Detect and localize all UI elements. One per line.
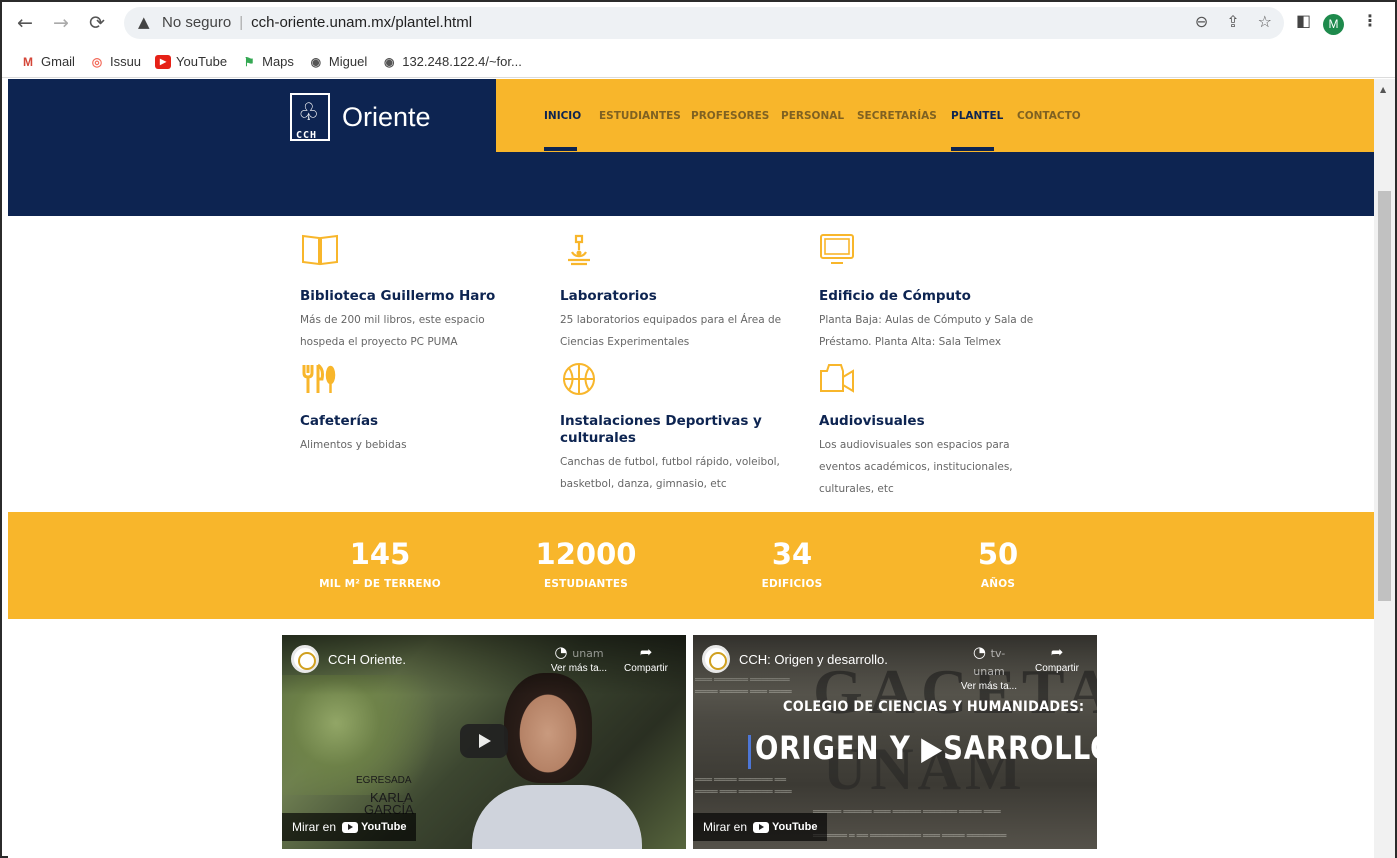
- browser-toolbar: ← → ⟳ ▲ No seguro | cch-oriente.unam.mx/pl…: [2, 2, 1395, 46]
- youtube-icon: ▶: [155, 54, 172, 69]
- zoom-icon[interactable]: ⊖: [1195, 12, 1208, 31]
- basketball-icon: [563, 363, 595, 395]
- globe-icon: ◉: [383, 54, 395, 69]
- channel-avatar[interactable]: [702, 645, 730, 673]
- nav-secretarias[interactable]: SECRETARÍAS: [857, 110, 937, 122]
- youtube-logo-icon: YouTube: [342, 821, 406, 833]
- bookmarks-bar: M Gmail ◎ Issuu ▶ YouTube ⚑ Maps ◉ Migue…: [2, 46, 1395, 78]
- side-panel-icon[interactable]: ◧: [1296, 11, 1311, 30]
- stat-edificios: 34 EDIFICIOS: [761, 537, 823, 590]
- address-bar[interactable]: ▲ No seguro | cch-oriente.unam.mx/plantel.…: [124, 7, 1284, 39]
- page-scrollbar[interactable]: ▲: [1374, 79, 1395, 858]
- bookmark-miguel[interactable]: ◉ Miguel: [308, 54, 368, 69]
- facility-deportivas: Instalaciones Deportivas y culturales Ca…: [560, 361, 800, 501]
- watch-later-button[interactable]: ◔ tv-unam Ver más ta...: [959, 643, 1019, 692]
- channel-avatar[interactable]: [291, 645, 319, 673]
- gmail-icon: M: [23, 54, 33, 69]
- maps-icon: ⚑: [243, 54, 255, 69]
- nav-contacto[interactable]: CONTACTO: [1017, 110, 1081, 122]
- nav-estudiantes[interactable]: ESTUDIANTES: [599, 110, 681, 122]
- issuu-icon: ◎: [91, 54, 103, 69]
- video-camera-icon: [820, 364, 854, 393]
- share-icon[interactable]: ⇪: [1226, 12, 1239, 31]
- page-viewport: ♧ CCH Oriente INICIO ESTUDIANTES PROFESO…: [8, 79, 1374, 858]
- star-icon[interactable]: ☆: [1258, 12, 1272, 31]
- cutlery-icon: [302, 363, 336, 393]
- avatar[interactable]: M: [1323, 14, 1344, 35]
- bookmark-youtube[interactable]: ▶ YouTube: [155, 54, 227, 69]
- video-embed-cch-oriente[interactable]: EGRESADA KARLA GARCÍA CCH Oriente. ◔ una…: [282, 635, 686, 849]
- scrollbar-thumb[interactable]: [1378, 191, 1391, 601]
- video-overlay-title: ORIGEN Y ▶SARROLLO.: [755, 729, 1097, 767]
- security-label: No seguro: [162, 14, 232, 31]
- watch-on-youtube[interactable]: Mirar en YouTube: [693, 813, 828, 841]
- bookmark-maps[interactable]: ⚑ Maps: [241, 54, 294, 69]
- scroll-up-icon[interactable]: ▲: [1380, 85, 1386, 94]
- stat-terreno: 145 MIL M² DE TERRENO: [319, 537, 441, 590]
- video-title[interactable]: CCH: Origen y desarrollo.: [739, 652, 888, 667]
- stats-band: 145 MIL M² DE TERRENO 12000 ESTUDIANTES …: [8, 512, 1374, 619]
- clock-icon: ◔ tv-unam: [972, 643, 1006, 678]
- nav-plantel[interactable]: PLANTEL: [951, 110, 1003, 122]
- facility-cafeterias: Cafeterías Alimentos y bebidas: [300, 361, 540, 491]
- monitor-icon: [820, 234, 854, 264]
- nav-active-indicator: [951, 147, 994, 151]
- share-arrow-icon: ➦: [1050, 643, 1064, 661]
- book-icon: [302, 234, 338, 266]
- reload-icon[interactable]: ⟳: [84, 10, 110, 36]
- stat-anos: 50 AÑOS: [977, 537, 1019, 590]
- video-title[interactable]: CCH Oriente.: [328, 652, 406, 667]
- bookmark-ip[interactable]: ◉ 132.248.122.4/~for...: [381, 54, 522, 69]
- globe-icon: ◉: [310, 54, 322, 69]
- nav-personal[interactable]: PERSONAL: [781, 110, 844, 122]
- url-text[interactable]: cch-oriente.unam.mx/plantel.html: [251, 14, 472, 31]
- watch-on-youtube[interactable]: Mirar en YouTube: [282, 813, 417, 841]
- clock-icon: ◔ unam: [554, 643, 604, 661]
- video-overlay-subtitle: COLEGIO DE CIENCIAS Y HUMANIDADES:: [783, 699, 1085, 715]
- bookmark-issuu[interactable]: ◎ Issuu: [89, 54, 141, 69]
- nav-profesores[interactable]: PROFESORES: [691, 110, 769, 122]
- bookmark-gmail[interactable]: M Gmail: [20, 54, 75, 69]
- stat-estudiantes: 12000 ESTUDIANTES: [535, 537, 637, 590]
- share-button[interactable]: ➦ Compartir: [616, 643, 676, 674]
- share-button[interactable]: ➦ Compartir: [1027, 643, 1087, 674]
- facility-audiovisuales: Audiovisuales Los audiovisuales son espa…: [819, 361, 1059, 501]
- logo-text: Oriente: [342, 102, 431, 132]
- warning-icon: ▲: [138, 13, 150, 31]
- tree-icon: ♧: [298, 98, 320, 126]
- facility-laboratorios: Laboratorios 25 laboratorios equipados p…: [560, 232, 800, 362]
- site-header: ♧ CCH Oriente INICIO ESTUDIANTES PROFESO…: [8, 79, 1374, 216]
- video-embed-origen-desarrollo[interactable]: ═══ ════ ══ ════ ══ ═ ═══ ═ ══ ═══ ═══ ═══ ═ ═…: [693, 635, 1097, 849]
- play-button[interactable]: [460, 724, 508, 758]
- site-logo[interactable]: ♧ CCH Oriente: [290, 93, 500, 143]
- watch-later-button[interactable]: ◔ unam Ver más ta...: [549, 643, 609, 674]
- forward-icon[interactable]: →: [48, 10, 74, 36]
- menu-icon[interactable]: ⋮: [1362, 11, 1378, 30]
- nav-active-indicator: [544, 147, 577, 151]
- youtube-logo-icon: YouTube: [753, 821, 817, 833]
- main-nav: INICIO ESTUDIANTES PROFESORES PERSONAL S…: [496, 79, 1374, 152]
- facility-computo: Edificio de Cómputo Planta Baja: Aulas d…: [819, 232, 1059, 362]
- nav-inicio[interactable]: INICIO: [544, 110, 581, 122]
- microscope-icon: [568, 234, 590, 266]
- back-icon[interactable]: ←: [12, 10, 38, 36]
- logo-emblem: ♧ CCH: [290, 93, 330, 141]
- share-arrow-icon: ➦: [639, 643, 653, 661]
- facility-biblioteca: Biblioteca Guillermo Haro Más de 200 mil…: [300, 232, 540, 362]
